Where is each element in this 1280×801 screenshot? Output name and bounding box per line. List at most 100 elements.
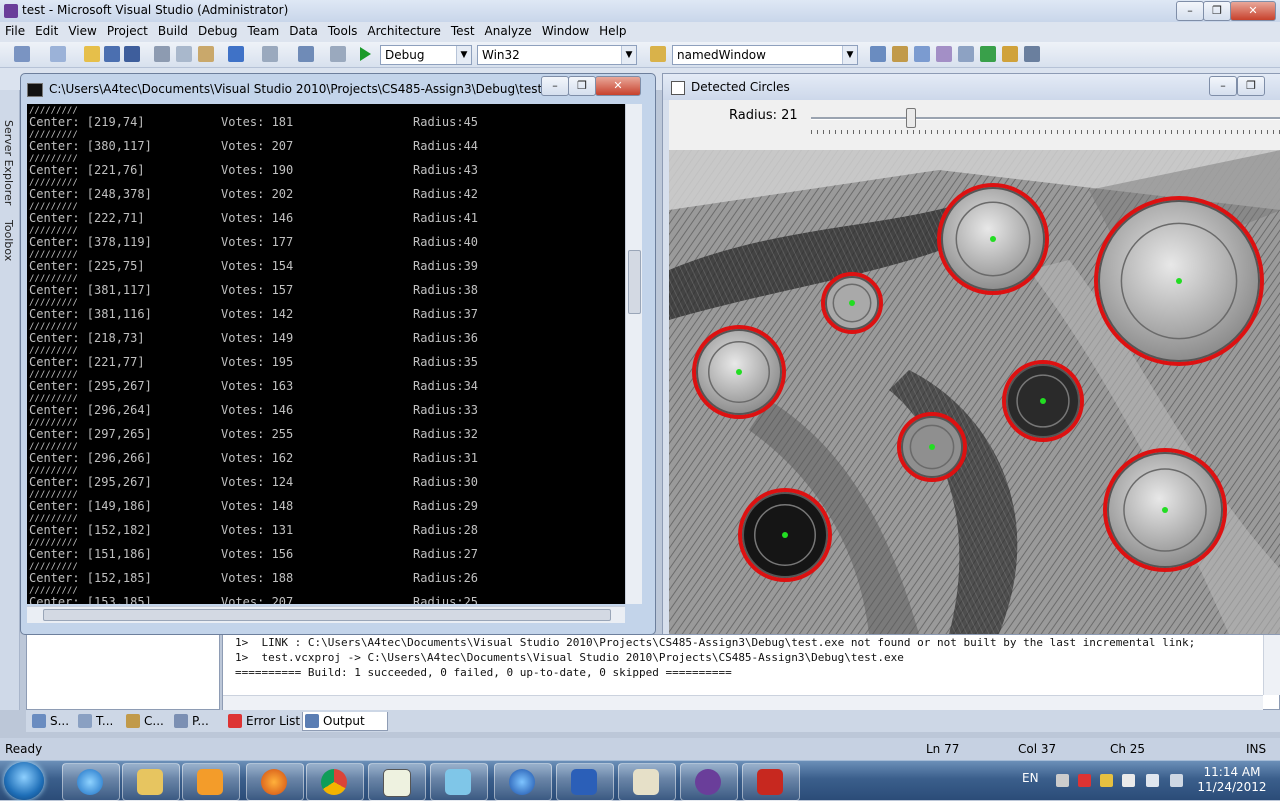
- open-file-icon[interactable]: [84, 46, 100, 62]
- console-vertical-scrollbar[interactable]: [625, 104, 642, 604]
- taskbar-internet-explorer[interactable]: [62, 763, 120, 801]
- server-explorer-tab[interactable]: Server Explorer: [2, 120, 15, 205]
- command-window-icon[interactable]: [1024, 46, 1040, 62]
- output-panel: 1> LINK : C:\Users\A4tec\Documents\Visua…: [222, 634, 1280, 710]
- tab-label: C...: [144, 714, 164, 728]
- find-combo[interactable]: namedWindow ▼: [672, 45, 858, 65]
- vs-close-button[interactable]: ✕: [1230, 1, 1276, 21]
- console-scroll-thumb[interactable]: [628, 250, 641, 314]
- taskbar-explorer[interactable]: [122, 763, 180, 801]
- console-row: Center: [218,73] Votes: 149 Radius:36: [29, 332, 619, 344]
- class-view-icon: [126, 714, 140, 728]
- toolbox-icon[interactable]: [936, 46, 952, 62]
- new-project-icon[interactable]: [14, 46, 30, 62]
- console-row: Center: [296,264] Votes: 146 Radius:33: [29, 404, 619, 416]
- console-minimize-button[interactable]: –: [541, 76, 569, 96]
- taskbar-visual-studio[interactable]: [680, 763, 738, 801]
- undo-icon[interactable]: [228, 46, 244, 62]
- output-horizontal-scrollbar[interactable]: [223, 695, 1263, 710]
- dc-minimize-button[interactable]: –: [1209, 76, 1237, 96]
- menu-edit[interactable]: Edit: [30, 22, 63, 38]
- properties-icon[interactable]: [892, 46, 908, 62]
- toolbox-tab[interactable]: Toolbox: [2, 220, 15, 261]
- cut-icon[interactable]: [154, 46, 170, 62]
- tab-output[interactable]: Output: [302, 712, 388, 731]
- volume-icon[interactable]: [1146, 774, 1159, 787]
- tools-icon[interactable]: [958, 46, 974, 62]
- menu-help[interactable]: Help: [594, 22, 631, 38]
- action-center-icon[interactable]: [1078, 774, 1091, 787]
- console-close-button[interactable]: ✕: [595, 76, 641, 96]
- console-radius: Radius:26: [413, 571, 479, 585]
- find-in-files-icon[interactable]: [650, 46, 666, 62]
- output-vertical-scrollbar[interactable]: [1263, 635, 1280, 695]
- save-all-icon[interactable]: [124, 46, 140, 62]
- menu-debug[interactable]: Debug: [193, 22, 242, 38]
- menu-test[interactable]: Test: [446, 22, 480, 38]
- start-debugging-icon[interactable]: [360, 47, 371, 61]
- detected-circles-window[interactable]: Detected Circles – ❐ Radius: 21: [662, 73, 1280, 635]
- console-votes: Votes: 156: [221, 547, 294, 561]
- menu-team[interactable]: Team: [242, 22, 284, 38]
- save-icon[interactable]: [104, 46, 120, 62]
- taskbar-firefox[interactable]: [246, 763, 304, 801]
- power-icon[interactable]: [1170, 774, 1183, 787]
- taskbar-paint[interactable]: [618, 763, 676, 801]
- menu-architecture[interactable]: Architecture: [362, 22, 445, 38]
- circle-center-dot: [736, 369, 742, 375]
- taskbar-command-prompt[interactable]: [368, 763, 426, 801]
- menu-analyze[interactable]: Analyze: [480, 22, 537, 38]
- taskbar-word[interactable]: [556, 763, 614, 801]
- taskbar-media-player[interactable]: [182, 763, 240, 801]
- solution-explorer-icon[interactable]: [870, 46, 886, 62]
- status-insert-mode: INS: [1246, 742, 1267, 756]
- start-page-icon[interactable]: [1002, 46, 1018, 62]
- redo-icon[interactable]: [262, 46, 278, 62]
- menu-window[interactable]: Window: [537, 22, 594, 38]
- console-row: Center: [149,186] Votes: 148 Radius:29: [29, 500, 619, 512]
- navigate-backward-icon[interactable]: [298, 46, 314, 62]
- solution-platform-combo[interactable]: Win32 ▼: [477, 45, 637, 65]
- visual-studio-icon: [695, 769, 721, 795]
- add-item-icon[interactable]: [50, 46, 66, 62]
- radius-slider-track[interactable]: [811, 117, 1280, 120]
- menu-view[interactable]: View: [63, 22, 101, 38]
- object-browser-icon[interactable]: [914, 46, 930, 62]
- console-row: Center: [381,117] Votes: 157 Radius:38: [29, 284, 619, 296]
- command-prompt-icon: [27, 83, 43, 97]
- console-window[interactable]: C:\Users\A4tec\Documents\Visual Studio 2…: [20, 73, 656, 635]
- dc-restore-button[interactable]: ❐: [1237, 76, 1265, 96]
- tab-label: Output: [323, 714, 365, 728]
- console-votes: Votes: 149: [221, 331, 294, 345]
- menu-data[interactable]: Data: [284, 22, 323, 38]
- navigate-forward-icon[interactable]: [330, 46, 346, 62]
- solution-configuration-combo[interactable]: Debug ▼: [380, 45, 472, 65]
- network-icon[interactable]: [1122, 774, 1135, 787]
- taskbar-acrobat[interactable]: [742, 763, 800, 801]
- menu-project[interactable]: Project: [102, 22, 153, 38]
- paste-icon[interactable]: [198, 46, 214, 62]
- console-restore-button[interactable]: ❐: [568, 76, 596, 96]
- system-clock[interactable]: 11:14 AM 11/24/2012: [1196, 765, 1268, 795]
- extension-manager-icon[interactable]: [980, 46, 996, 62]
- menu-build[interactable]: Build: [153, 22, 193, 38]
- console-hscroll-thumb[interactable]: [43, 609, 611, 621]
- taskbar-itunes[interactable]: [494, 763, 552, 801]
- tray-expand-icon[interactable]: [1056, 774, 1069, 787]
- vs-restore-button[interactable]: ❐: [1203, 1, 1231, 21]
- start-button[interactable]: [4, 762, 44, 800]
- radius-slider-thumb[interactable]: [905, 108, 916, 128]
- console-row: Center: [225,75] Votes: 154 Radius:39: [29, 260, 619, 272]
- taskbar-chrome[interactable]: [306, 763, 364, 801]
- security-icon[interactable]: [1100, 774, 1113, 787]
- taskbar-notepad[interactable]: [430, 763, 488, 801]
- console-votes: Votes: 190: [221, 163, 294, 177]
- folder-icon: [137, 769, 163, 795]
- menu-file[interactable]: File: [0, 22, 30, 38]
- menu-tools[interactable]: Tools: [323, 22, 363, 38]
- vs-minimize-button[interactable]: –: [1176, 1, 1204, 21]
- copy-icon[interactable]: [176, 46, 192, 62]
- console-center: Center: [295,267]: [29, 379, 152, 393]
- language-indicator[interactable]: EN: [1022, 771, 1039, 785]
- console-horizontal-scrollbar[interactable]: [27, 606, 625, 623]
